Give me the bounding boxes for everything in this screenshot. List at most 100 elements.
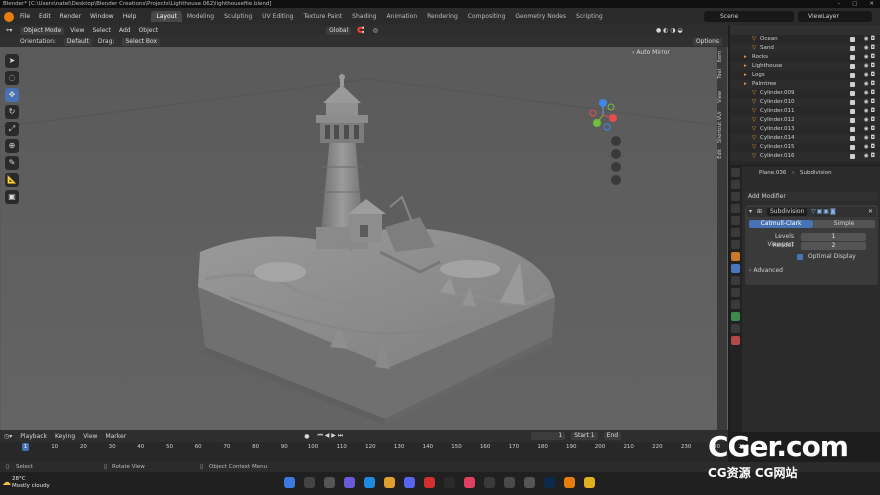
outliner-row[interactable]: ▸ Rocks ◉◘ bbox=[730, 53, 880, 62]
modifier-tab-icon[interactable] bbox=[731, 264, 740, 273]
render-levels-field[interactable]: 2 bbox=[801, 242, 866, 250]
outliner-row[interactable]: ▽ Cylinder.012 ◉◘ bbox=[730, 116, 880, 125]
visibility-icon[interactable]: ◉◘ bbox=[864, 89, 877, 98]
menu-file[interactable]: File bbox=[20, 13, 30, 20]
view-layer-tab-icon[interactable] bbox=[731, 204, 740, 213]
weather-widget[interactable]: 28°C Mostly cloudy bbox=[12, 476, 50, 490]
scale-tool-icon[interactable]: ⤢ bbox=[5, 122, 19, 136]
exclude-checkbox[interactable] bbox=[850, 91, 855, 96]
exclude-checkbox[interactable] bbox=[850, 37, 855, 42]
options-dropdown[interactable]: Options bbox=[692, 37, 722, 46]
modifier-name-field[interactable]: Subdivision bbox=[767, 208, 807, 216]
proportional-edit-icon[interactable]: ◎ bbox=[373, 27, 378, 34]
output-tab-icon[interactable] bbox=[731, 192, 740, 201]
tab-animation[interactable]: Animation bbox=[382, 11, 423, 22]
exclude-checkbox[interactable] bbox=[850, 118, 855, 123]
tab-uv-editing[interactable]: UV Editing bbox=[257, 11, 298, 22]
tab-edit[interactable]: Edit bbox=[717, 149, 727, 159]
menu-render[interactable]: Render bbox=[60, 13, 81, 20]
timeline-editor-icon[interactable]: ◷▾ bbox=[4, 433, 12, 440]
collection-tab-icon[interactable] bbox=[731, 240, 740, 249]
exclude-checkbox[interactable] bbox=[850, 100, 855, 105]
outliner-row[interactable]: ▽ Cylinder.010 ◉◘ bbox=[730, 98, 880, 107]
visibility-icon[interactable]: ◉◘ bbox=[864, 62, 877, 71]
discord-icon[interactable] bbox=[404, 477, 415, 488]
exclude-checkbox[interactable] bbox=[850, 145, 855, 150]
playhead[interactable]: 1 bbox=[22, 443, 29, 451]
visibility-icon[interactable]: ◉◘ bbox=[864, 98, 877, 107]
tab-item[interactable]: Item bbox=[717, 51, 727, 62]
tab-modeling[interactable]: Modeling bbox=[182, 11, 219, 22]
close-icon[interactable]: ✕ bbox=[869, 0, 874, 8]
app4-icon[interactable] bbox=[484, 477, 495, 488]
measure-tool-icon[interactable]: 📐 bbox=[5, 173, 19, 187]
tab-shortcut[interactable]: Shortcut VUr bbox=[717, 111, 727, 143]
simple-button[interactable]: Simple bbox=[813, 220, 875, 228]
orientation-dropdown[interactable]: Default bbox=[63, 37, 92, 46]
outliner-row[interactable]: ▽ Cylinder.013 ◉◘ bbox=[730, 125, 880, 134]
end-frame-field[interactable]: End bbox=[603, 432, 622, 440]
exclude-checkbox[interactable] bbox=[850, 73, 855, 78]
close-icon[interactable]: ✕ bbox=[868, 208, 873, 215]
object-tab-icon[interactable] bbox=[731, 252, 740, 261]
menu-add[interactable]: Add bbox=[119, 27, 131, 34]
visibility-icon[interactable]: ◉◘ bbox=[864, 143, 877, 152]
outliner-row[interactable]: ▽ Cylinder.009 ◉◘ bbox=[730, 89, 880, 98]
catmull-clark-button[interactable]: Catmull-Clark bbox=[749, 220, 813, 228]
maximize-icon[interactable]: ▢ bbox=[852, 0, 857, 8]
chrome-icon[interactable] bbox=[584, 477, 595, 488]
cursor-tool-icon[interactable]: ➤ bbox=[5, 54, 19, 68]
menu-select[interactable]: Select bbox=[92, 27, 111, 34]
timeline-ruler[interactable]: 0102030405060708090100110120130140150160… bbox=[0, 442, 749, 462]
drag-dropdown[interactable]: Select Box bbox=[122, 37, 161, 46]
tab-texture-paint[interactable]: Texture Paint bbox=[298, 11, 347, 22]
chat-icon[interactable] bbox=[344, 477, 355, 488]
visibility-icon[interactable]: ◉◘ bbox=[864, 107, 877, 116]
texture-tab-icon[interactable] bbox=[731, 336, 740, 345]
snap-icon[interactable]: 🧲 bbox=[357, 27, 364, 34]
app-icon[interactable] bbox=[424, 477, 435, 488]
outliner-row[interactable]: ▽ Cylinder.016 ◉◘ bbox=[730, 152, 880, 161]
exclude-checkbox[interactable] bbox=[850, 46, 855, 51]
tab-geometry-nodes[interactable]: Geometry Nodes bbox=[510, 11, 571, 22]
menu-object[interactable]: Object bbox=[139, 27, 159, 34]
levels-viewport-field[interactable]: 1 bbox=[801, 233, 866, 241]
mode-dropdown[interactable]: Object Mode bbox=[20, 26, 65, 35]
data-tab-icon[interactable] bbox=[731, 312, 740, 321]
current-frame-field[interactable]: 1 bbox=[531, 432, 566, 440]
move-tool-icon[interactable]: ✥ bbox=[5, 88, 19, 102]
particles-tab-icon[interactable] bbox=[731, 276, 740, 285]
material-tab-icon[interactable] bbox=[731, 324, 740, 333]
outliner-row[interactable]: ▸ Palmtree ◉◘ bbox=[730, 80, 880, 89]
add-modifier-button[interactable]: Add Modifier bbox=[745, 192, 878, 201]
exclude-checkbox[interactable] bbox=[850, 82, 855, 87]
blender-logo-icon[interactable] bbox=[4, 11, 14, 22]
record-icon[interactable]: ● bbox=[304, 433, 309, 440]
menu-timeline-view[interactable]: View bbox=[83, 433, 97, 440]
outliner-row[interactable]: ▽ Cylinder.015 ◉◘ bbox=[730, 143, 880, 152]
tab-compositing[interactable]: Compositing bbox=[463, 11, 511, 22]
shading-modes[interactable]: ● ◐ ◑ ◒ bbox=[656, 27, 683, 34]
annotate-tool-icon[interactable]: ✎ bbox=[5, 156, 19, 170]
exclude-checkbox[interactable] bbox=[850, 127, 855, 132]
edge-icon[interactable] bbox=[364, 477, 375, 488]
app5-icon[interactable] bbox=[504, 477, 515, 488]
transform-orientation-dropdown[interactable]: Global bbox=[326, 26, 352, 35]
menu-playback[interactable]: Playback bbox=[20, 433, 47, 440]
minimize-icon[interactable]: – bbox=[837, 0, 840, 8]
outliner-row[interactable]: ▽ Cylinder.011 ◉◘ bbox=[730, 107, 880, 116]
visibility-icon[interactable]: ◉◘ bbox=[864, 80, 877, 89]
editor-type-icon[interactable]: ⌖▾ bbox=[6, 27, 12, 35]
menu-window[interactable]: Window bbox=[90, 13, 114, 20]
explorer-icon[interactable] bbox=[384, 477, 395, 488]
menu-marker[interactable]: Marker bbox=[105, 433, 126, 440]
start-icon[interactable] bbox=[284, 477, 295, 488]
tab-view[interactable]: View bbox=[717, 91, 727, 103]
advanced-subpanel[interactable]: › Advanced bbox=[749, 267, 874, 275]
visibility-icon[interactable]: ◉◘ bbox=[864, 35, 877, 44]
tab-shading[interactable]: Shading bbox=[347, 11, 381, 22]
outliner-row[interactable]: ▽ Cylinder.014 ◉◘ bbox=[730, 134, 880, 143]
visibility-icon[interactable]: ◉◘ bbox=[864, 44, 877, 53]
optimal-display-checkbox[interactable] bbox=[797, 253, 803, 260]
start-frame-field[interactable]: Start 1 bbox=[571, 432, 598, 440]
